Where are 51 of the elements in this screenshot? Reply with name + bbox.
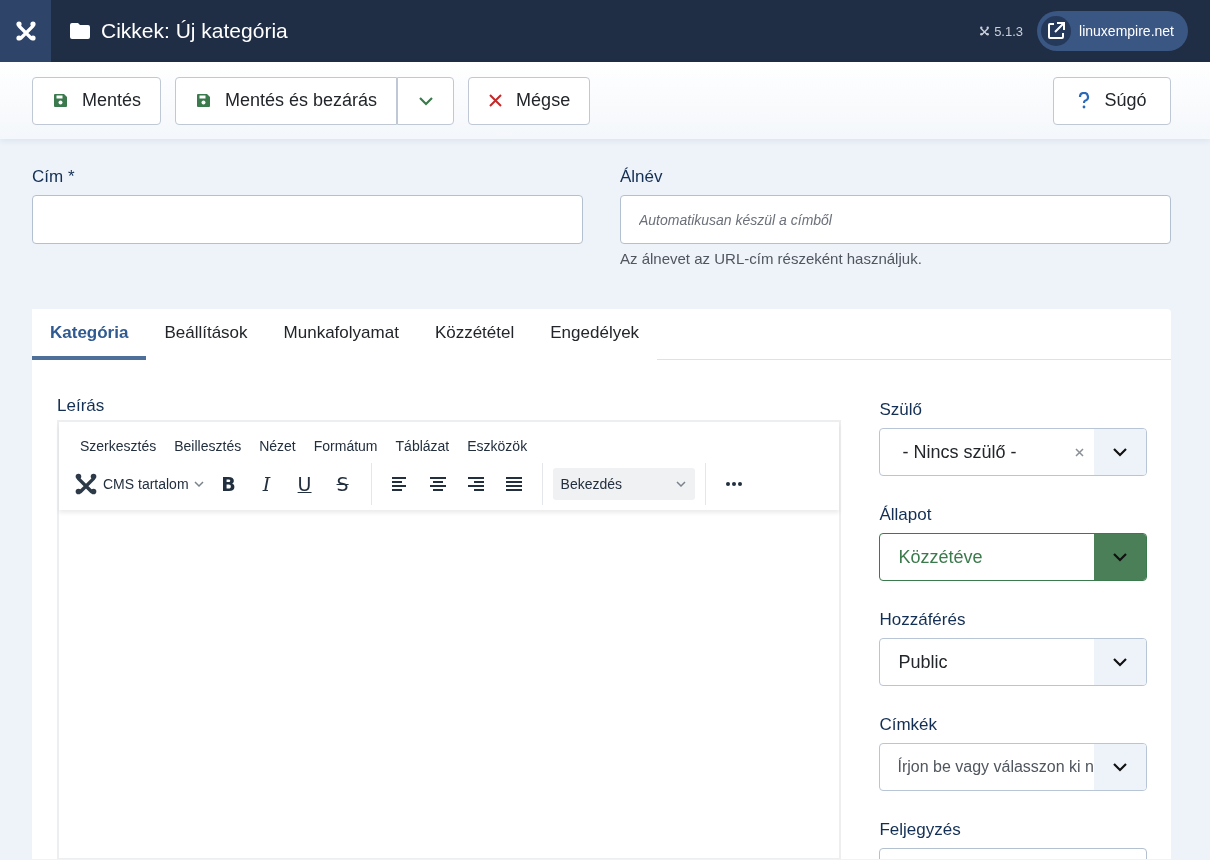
justify-icon — [504, 476, 523, 492]
field-label: Leírás — [57, 396, 106, 416]
toolbar-button[interactable]: Mentés — [32, 76, 162, 125]
external-link-icon — [1046, 21, 1067, 41]
help-icon — [1078, 92, 1091, 109]
title-field[interactable] — [32, 195, 583, 244]
select-field[interactable]: - Nincs szülő - — [879, 428, 1147, 476]
menu-item[interactable]: Táblázat — [386, 434, 459, 458]
logo-tile[interactable] — [0, 0, 51, 62]
tab[interactable]: Kategória — [32, 309, 147, 360]
field-label: Hozzáférés — [879, 610, 967, 630]
chevron-down-icon — [192, 478, 205, 490]
help-button[interactable]: Súgó — [1053, 76, 1171, 125]
align-left-icon — [390, 476, 409, 492]
menu-item[interactable]: Eszközök — [458, 434, 537, 458]
page-title: Cikkek: Új kategória — [101, 19, 288, 43]
field-label: Cím * — [32, 167, 76, 187]
italic-button[interactable]: I — [248, 467, 285, 501]
toolbar-button[interactable]: Mégse — [468, 76, 591, 125]
strikethrough-button[interactable]: S — [324, 467, 361, 501]
close-icon — [489, 94, 503, 107]
tags-field[interactable]: Írjon be vagy válasszon ki n — [879, 743, 1147, 791]
menu-item[interactable]: Formátum — [304, 434, 387, 458]
field-hint: Az álnevet az URL-cím részeként használjuk. — [620, 250, 923, 267]
folder-icon — [69, 22, 91, 40]
field-label: Álnév — [620, 167, 664, 187]
format-select[interactable]: Bekezdés — [552, 468, 695, 500]
save-icon — [53, 93, 68, 108]
field-label: Állapot — [879, 505, 933, 525]
cms-content-button[interactable]: CMS tartalom — [73, 470, 211, 498]
align-right-icon — [466, 476, 485, 492]
logo-icon — [979, 25, 991, 37]
select-field[interactable]: Közzétéve — [879, 533, 1147, 581]
select-field[interactable]: Public — [879, 638, 1147, 686]
logo-icon — [13, 18, 38, 44]
menu-item[interactable]: Szerkesztés — [71, 434, 166, 458]
chevron-down-icon — [674, 478, 687, 490]
save-icon — [196, 93, 212, 108]
field-label: Címkék — [879, 715, 939, 735]
alias-field[interactable]: Automatikusan készül a címből — [620, 195, 1171, 244]
menu-item[interactable]: Beillesztés — [165, 434, 251, 458]
version-text: 5.1.3 — [994, 23, 1024, 39]
menu-item[interactable]: Nézet — [250, 434, 305, 458]
field-label: Szülő — [879, 400, 923, 420]
more-icon — [724, 482, 743, 486]
toolbar-button[interactable]: Mentés és bezárás — [175, 76, 398, 125]
bold-button[interactable]: B — [210, 467, 247, 501]
underline-button[interactable]: U — [286, 467, 323, 501]
site-link[interactable]: linuxempire.net — [1037, 11, 1188, 51]
field-label: Feljegyzés — [879, 820, 962, 840]
align-center-icon — [428, 476, 447, 492]
